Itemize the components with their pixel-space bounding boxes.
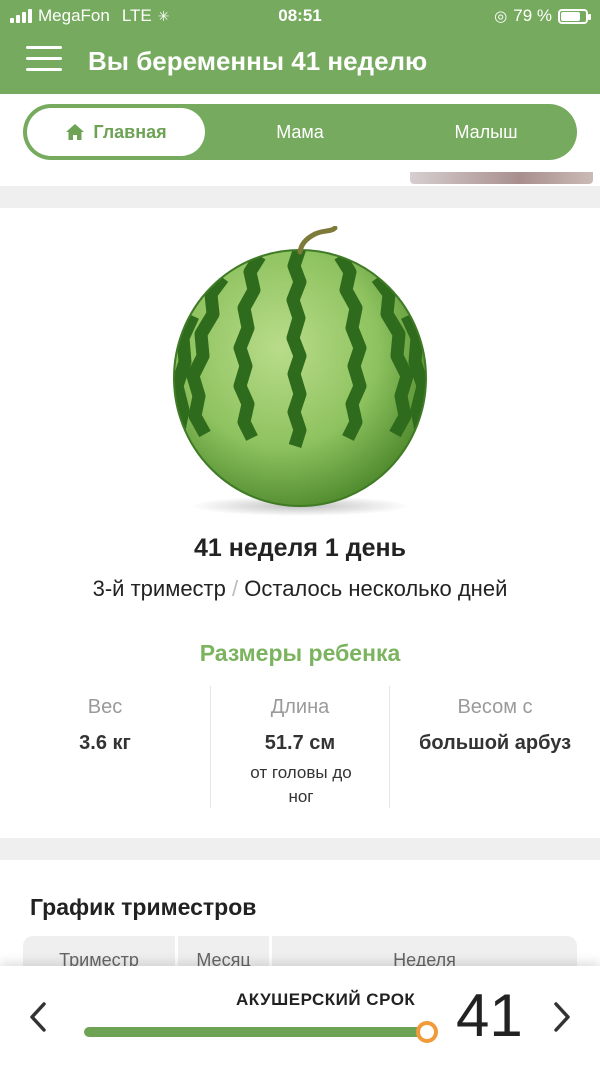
tab-home[interactable]: Главная: [27, 108, 205, 156]
week-subtitle: 3-й триместр / Осталось несколько дней: [0, 576, 600, 602]
app-header: MegaFon LTE ✳ 08:51 ◎ 79 % Вы беременны …: [0, 0, 600, 94]
week-title: 41 неделя 1 день: [193, 534, 407, 562]
stat-weight-label: Вес: [87, 696, 123, 718]
page-title: Вы беременны 41 неделю: [88, 46, 428, 76]
segmented-tabs: Главная Мама Малыш: [23, 104, 577, 160]
stat-length-value: 51.7 см: [264, 732, 336, 754]
content-strip: [0, 172, 600, 186]
tabs-area: Главная Мама Малыш: [0, 94, 600, 172]
chevron-right-icon[interactable]: [550, 1000, 574, 1034]
stat-compare-value: большой арбуз: [418, 732, 572, 754]
tab-baby-label: Малыш: [454, 121, 518, 142]
stat-length-label: Длина: [270, 696, 330, 718]
trimester-label: 3-й триместр: [92, 576, 226, 601]
rotation-lock-icon: ◎: [494, 8, 508, 25]
stat-length: Длина 51.7 см от головы до ног: [210, 686, 390, 808]
stat-compare-label: Весом с: [457, 696, 533, 718]
stat-weight: Вес 3.6 кг: [0, 686, 210, 808]
subtitle-separator: /: [232, 576, 239, 601]
baby-sizes-title: Размеры ребенка: [199, 640, 401, 666]
tab-mom[interactable]: Мама: [205, 108, 395, 156]
battery-fill: [561, 11, 580, 21]
stat-length-note: от головы до ног: [250, 763, 352, 806]
tab-home-label: Главная: [93, 121, 167, 142]
week-selector-bar: АКУШЕРСКИЙ СРОК 41: [0, 966, 600, 1066]
current-week-number: 41: [456, 982, 523, 1049]
status-bar: MegaFon LTE ✳ 08:51 ◎ 79 %: [0, 0, 600, 32]
chevron-left-icon[interactable]: [26, 1000, 50, 1034]
tab-mom-label: Мама: [276, 121, 324, 142]
week-slider-handle[interactable]: [416, 1021, 438, 1043]
trimester-chart-title: График триместров: [30, 894, 257, 920]
stat-weight-value: 3.6 кг: [79, 732, 131, 754]
week-progress-track[interactable]: [84, 1027, 428, 1037]
article-thumbnail[interactable]: [410, 172, 593, 184]
baby-stats: Вес 3.6 кг Длина 51.7 см от головы до но…: [0, 686, 600, 808]
obstetric-term-label: АКУШЕРСКИЙ СРОК: [236, 990, 416, 1009]
battery-icon: [558, 8, 591, 24]
home-icon: [66, 124, 85, 140]
remaining-label: Осталось несколько дней: [244, 576, 508, 601]
week-card: 41 неделя 1 день 3-й триместр / Осталось…: [0, 208, 600, 838]
stat-compare: Весом с большой арбуз: [390, 686, 600, 808]
watermelon-illustration: [165, 225, 435, 516]
tab-baby[interactable]: Малыш: [395, 108, 577, 156]
hamburger-menu-icon[interactable]: [26, 46, 62, 74]
battery-percent: 79 %: [513, 6, 552, 25]
